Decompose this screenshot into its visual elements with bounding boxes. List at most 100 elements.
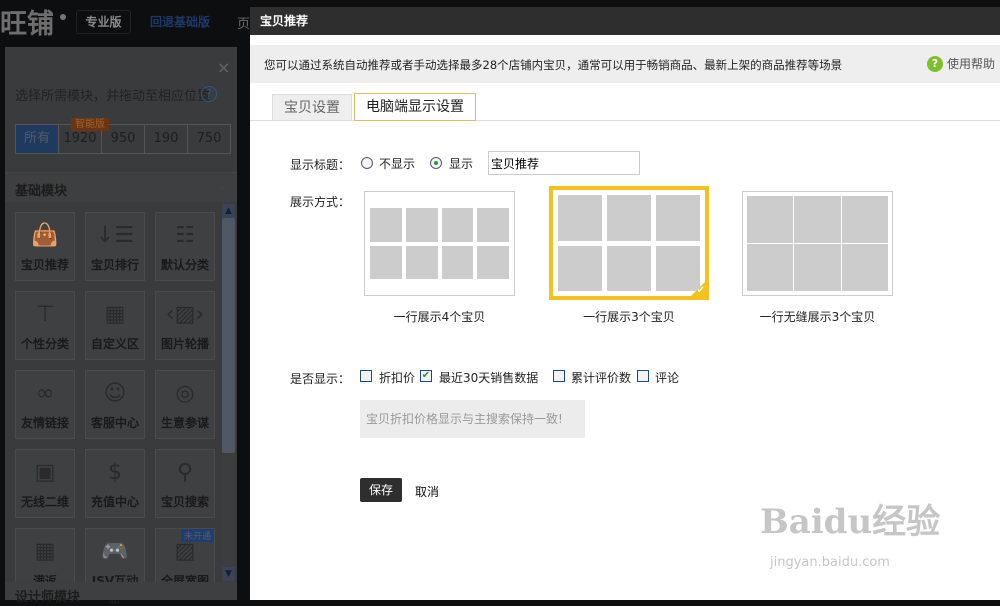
checkbox-sales-30d[interactable]: ✔ <box>420 370 432 382</box>
scrollbar-thumb[interactable] <box>222 218 235 453</box>
preview-cell <box>794 244 841 291</box>
checkbox-review-count-label: 累计评价数 <box>571 371 632 385</box>
edition-button[interactable]: 专业版 <box>76 10 131 34</box>
radio-show-label: 显示 <box>449 157 474 171</box>
help-link[interactable]: ? 使用帮助 <box>927 55 995 72</box>
sort-list-icon: ↓☰ <box>95 223 135 248</box>
help-icon[interactable]: ? <box>201 86 217 102</box>
scroll-up-icon[interactable]: ▲ <box>222 204 235 218</box>
preview-cell <box>441 245 474 279</box>
module-tile[interactable]: ☺ 客服中心 <box>85 370 145 439</box>
display-option[interactable] <box>742 191 893 296</box>
checkbox-discount-label: 折扣价 <box>379 371 416 385</box>
preview-cell <box>477 208 509 242</box>
watermark-url: jingyan.baidu.com <box>770 555 890 570</box>
dollar-icon: $ <box>108 460 122 485</box>
tab-pc-display-settings[interactable]: 电脑端显示设置 <box>354 93 476 121</box>
revert-basic-link[interactable]: 回退基础版 <box>150 13 210 30</box>
section-basic-header[interactable]: 基础模块 ⌄ <box>5 172 237 202</box>
preview-cell <box>747 244 794 291</box>
module-tile[interactable]: ↓☰ 宝贝排行 <box>85 212 145 281</box>
preview-cell <box>747 196 794 243</box>
module-tile[interactable]: ◎ 生意参谋 <box>155 370 215 439</box>
qrcode-icon: ▣ <box>34 460 56 485</box>
modal-dialog: 宝贝推荐 您可以通过系统自动推荐或者手动选择最多28个店铺内宝贝，通常可以用于畅… <box>250 7 1000 600</box>
chevron-down-icon: ⌄ <box>216 178 227 192</box>
preview-cell <box>441 208 474 242</box>
module-tile[interactable]: ☷ 默认分类 <box>155 212 215 281</box>
module-tile[interactable]: $ 充值中心 <box>85 449 145 518</box>
display-option[interactable]: ✔ <box>549 186 709 300</box>
preview-cell <box>558 245 602 291</box>
question-icon: ? <box>927 55 943 72</box>
preview-cell <box>477 245 509 279</box>
tree-icon: ⊤ <box>35 302 55 327</box>
preview-cell <box>841 244 888 291</box>
gamepad-icon: 🎮 <box>101 539 129 564</box>
preview-cell <box>656 195 700 241</box>
compass-icon: ◎ <box>175 381 195 406</box>
size-tab-all[interactable]: 所有 <box>16 125 58 153</box>
logo: 旺铺 <box>0 9 54 40</box>
module-label: 宝贝推荐 <box>20 258 69 272</box>
link-icon: ∞ <box>35 381 55 406</box>
preview-cell <box>370 245 402 279</box>
page-link[interactable]: 页 <box>237 13 250 32</box>
tab-item-settings[interactable]: 宝贝设置 <box>272 94 352 121</box>
title-input[interactable] <box>488 151 640 175</box>
preview-cell <box>841 196 888 243</box>
show-title-label: 显示标题： <box>290 158 351 172</box>
save-button[interactable]: 保存 <box>360 478 402 502</box>
size-tab-190[interactable]: 190 <box>144 125 187 153</box>
carousel-icon: ‹▨› <box>165 302 205 327</box>
module-label: 宝贝搜索 <box>160 495 209 509</box>
module-label: 友情链接 <box>20 416 69 430</box>
service-icon: ☺ <box>103 381 127 406</box>
size-filter-tabs: 所有 1920 950 190 750 <box>15 124 231 154</box>
display-mode-label: 展示方式： <box>290 195 351 209</box>
display-option-caption: 一行展示4个宝贝 <box>393 310 486 324</box>
module-tile[interactable]: 👜 宝贝推荐 <box>15 212 75 281</box>
size-tab-750[interactable]: 750 <box>187 125 230 153</box>
radio-hide-title[interactable] <box>361 157 373 169</box>
checkbox-comments-label: 评论 <box>655 371 680 385</box>
preview-cell <box>405 208 438 242</box>
section-title: 基础模块 <box>15 184 68 199</box>
logo-dot <box>60 14 66 20</box>
section-designer-header[interactable]: 设计师模块 <box>5 582 237 605</box>
check-icon: ✔ <box>696 285 705 296</box>
module-label: 宝贝排行 <box>90 258 139 272</box>
checkbox-comments[interactable] <box>637 370 649 382</box>
scroll-down-icon[interactable]: ▼ <box>222 567 235 581</box>
preview-cell <box>370 208 402 242</box>
module-label: 生意参谋 <box>160 416 209 430</box>
preview-cell <box>558 195 602 241</box>
module-tile[interactable]: ‹▨› 图片轮播 <box>155 291 215 360</box>
smart-badge: 智能版 <box>71 118 109 131</box>
checkbox-discount[interactable] <box>360 370 372 382</box>
cancel-button[interactable]: 取消 <box>415 483 439 500</box>
close-icon[interactable]: × <box>217 58 230 77</box>
checkbox-review-count[interactable] <box>553 370 565 382</box>
info-text: 您可以通过系统自动推荐或者手动选择最多28个店铺内宝贝，通常可以用于畅销商品、最… <box>264 58 843 72</box>
module-tile[interactable]: ⚲ 宝贝搜索 <box>155 449 215 518</box>
module-tile[interactable]: ▣ 无线二维 <box>15 449 75 518</box>
radio-show-title[interactable] <box>430 157 442 169</box>
not-activated-badge: 未开通 <box>180 529 214 542</box>
module-tile[interactable]: ▦ 自定义区 <box>85 291 145 360</box>
grid-icon: ▦ <box>104 302 126 327</box>
module-label: 图片轮播 <box>160 337 209 351</box>
display-option-caption: 一行展示3个宝贝 <box>583 310 675 324</box>
preview-cell <box>794 196 841 243</box>
preview-cell <box>405 245 438 279</box>
module-tile[interactable]: ∞ 友情链接 <box>15 370 75 439</box>
display-option-caption: 一行无缝展示3个宝贝 <box>759 310 876 324</box>
panel-instruction: 选择所需模块，并拖动至相应位置 <box>15 89 211 104</box>
module-label: 无线二维 <box>20 495 69 509</box>
module-label: 充值中心 <box>90 495 139 509</box>
module-tile[interactable]: ⊤ 个性分类 <box>15 291 75 360</box>
search-icon: ⚲ <box>176 460 194 485</box>
module-label: 客服中心 <box>90 416 139 430</box>
grid-icon: ▦ <box>34 539 56 564</box>
display-option[interactable] <box>364 191 515 296</box>
